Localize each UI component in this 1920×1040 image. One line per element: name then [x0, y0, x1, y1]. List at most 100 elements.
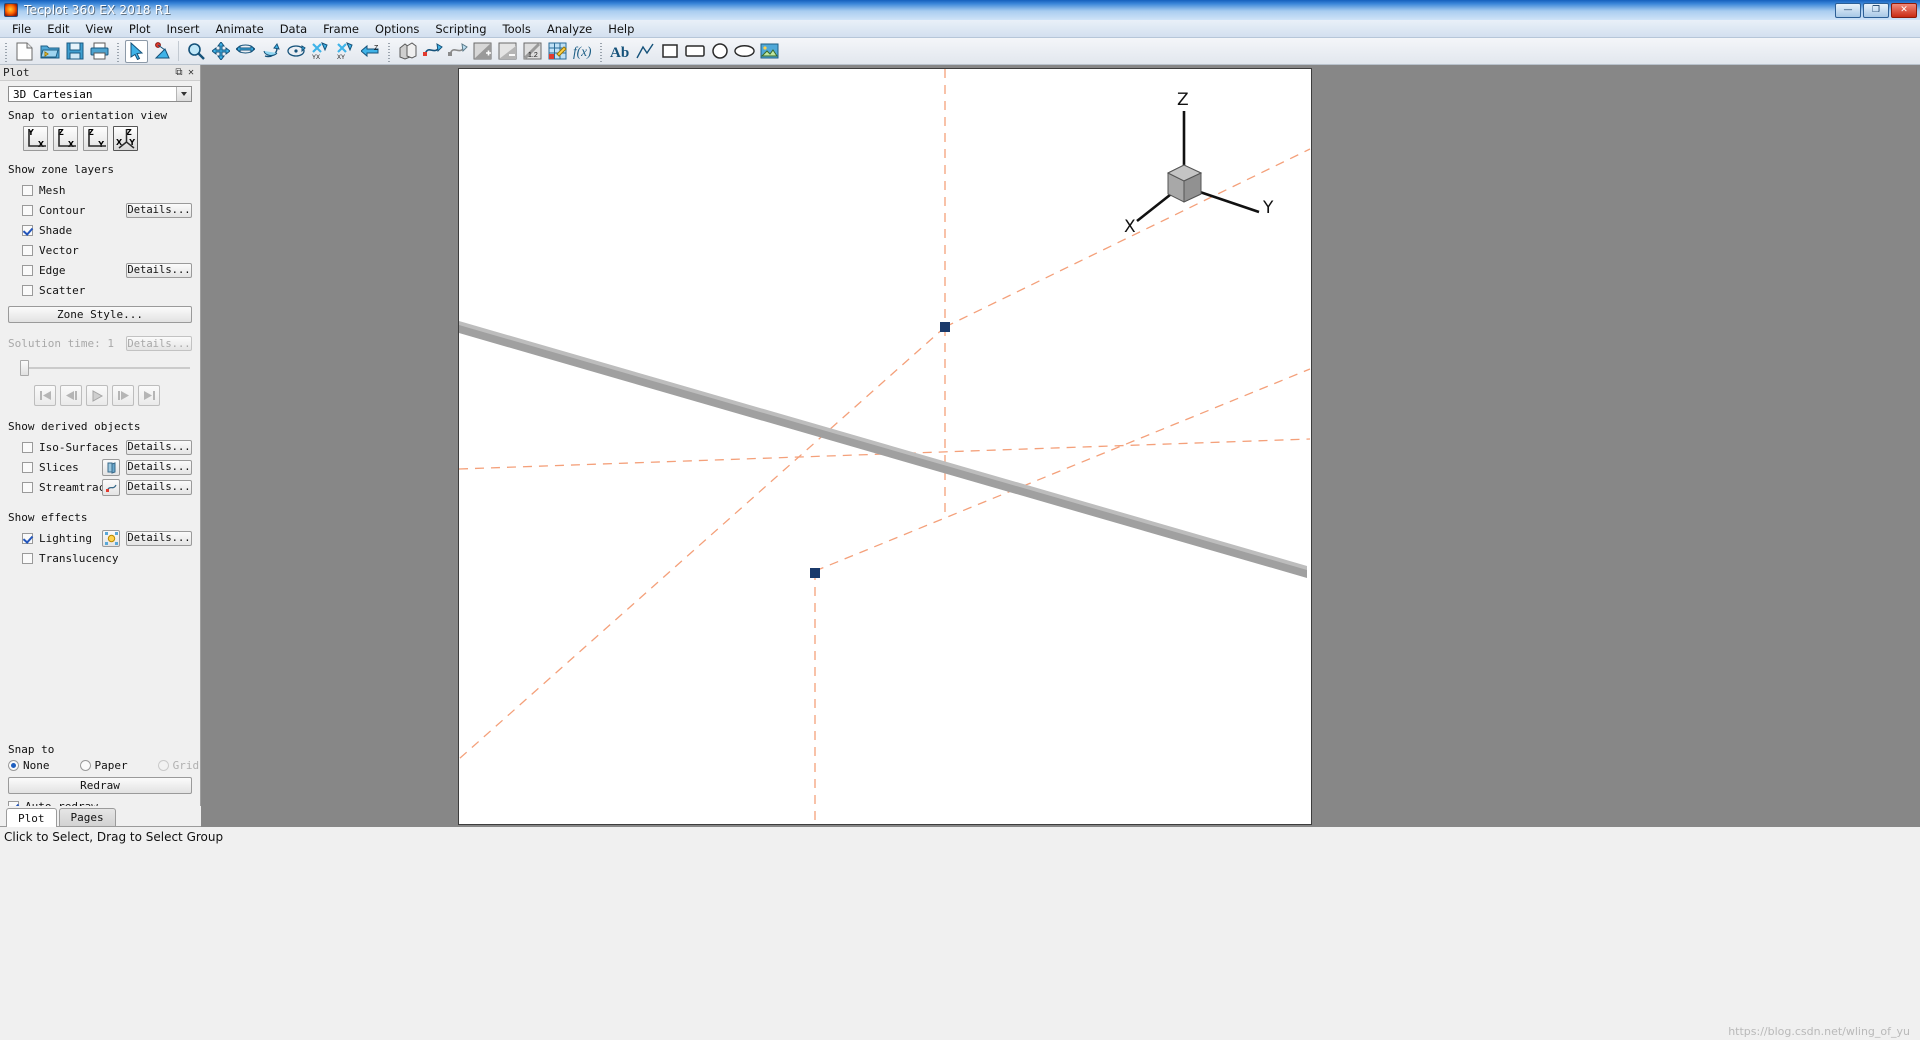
menu-item-analyze[interactable]: Analyze [539, 21, 600, 37]
menu-item-edit[interactable]: Edit [39, 21, 77, 37]
streamtrace-icon[interactable] [102, 478, 120, 496]
function-fx-icon[interactable]: f(x) [571, 40, 594, 63]
text-tool-icon[interactable]: Ab [608, 40, 631, 63]
derived-iso-surfaces[interactable]: Iso-Surfaces Details... [8, 437, 192, 457]
extract-zone-icon[interactable] [396, 40, 419, 63]
contour-checkbox[interactable] [22, 204, 33, 216]
menu-item-animate[interactable]: Animate [208, 21, 272, 37]
lighting-checkbox[interactable] [22, 532, 33, 544]
slider-handle[interactable] [20, 360, 29, 376]
menu-item-frame[interactable]: Frame [315, 21, 367, 37]
shade-checkbox[interactable] [22, 224, 33, 236]
adjust-tool-icon[interactable] [150, 40, 173, 63]
snap-none-radio[interactable] [8, 759, 19, 771]
rotate-spherical-icon[interactable] [234, 40, 257, 63]
rotate-yx-icon[interactable]: YX [309, 40, 332, 63]
derived-slices[interactable]: Slices Details... [8, 457, 192, 477]
translate-tool-icon[interactable] [209, 40, 232, 63]
menu-item-file[interactable]: File [4, 21, 39, 37]
probe-value-icon[interactable]: 1.2 [521, 40, 544, 63]
zone-layer-shade[interactable]: Shade [8, 220, 192, 240]
close-button[interactable]: ✕ [1891, 2, 1917, 18]
effect-translucency[interactable]: Translucency [8, 548, 192, 568]
rotate-xy-icon[interactable]: XY [334, 40, 357, 63]
play-button[interactable] [86, 385, 108, 406]
square-tool-icon[interactable] [658, 40, 681, 63]
tab-plot[interactable]: Plot [6, 808, 57, 827]
tab-pages[interactable]: Pages [58, 808, 116, 826]
next-frame-button[interactable] [112, 385, 134, 406]
toolbar-grip-file[interactable] [3, 40, 9, 62]
plot-type-select[interactable]: 3D Cartesian [8, 86, 192, 102]
effect-lighting[interactable]: Lighting Details... [8, 528, 192, 548]
contour-level-icon[interactable] [496, 40, 519, 63]
lighting-sun-icon[interactable] [102, 529, 120, 547]
close-panel-button[interactable]: ✕ [185, 67, 197, 79]
polyline-tool-icon[interactable] [633, 40, 656, 63]
last-frame-button[interactable] [138, 385, 160, 406]
chevron-down-icon[interactable] [176, 87, 191, 101]
streamtraces-checkbox[interactable] [22, 481, 33, 493]
streamtrace-rake-icon[interactable] [446, 40, 469, 63]
edge-checkbox[interactable] [22, 264, 33, 276]
menu-item-insert[interactable]: Insert [159, 21, 208, 37]
toolbar-grip-derived[interactable] [386, 40, 392, 62]
save-file-icon[interactable] [63, 40, 86, 63]
iso-surfaces-details-button[interactable]: Details... [126, 439, 192, 455]
minimize-button[interactable]: — [1835, 2, 1861, 18]
iso-surfaces-checkbox[interactable] [22, 441, 33, 453]
image-tool-icon[interactable] [758, 40, 781, 63]
selection-handle-lower[interactable] [810, 568, 820, 578]
zone-layer-edge[interactable]: Edge Details... [8, 260, 192, 280]
streamtraces-details-button[interactable]: Details... [126, 479, 192, 495]
vector-checkbox[interactable] [22, 244, 33, 256]
slices-checkbox[interactable] [22, 461, 33, 473]
menu-item-view[interactable]: View [78, 21, 121, 37]
reset-view-z-icon[interactable]: Z [359, 40, 382, 63]
zone-style-button[interactable]: Zone Style... [8, 306, 192, 323]
selection-handle-upper[interactable] [940, 322, 950, 332]
solution-time-slider[interactable] [8, 359, 192, 377]
contour-details-button[interactable]: Details... [126, 202, 192, 218]
new-file-icon[interactable] [13, 40, 36, 63]
ellipse-tool-icon[interactable] [733, 40, 756, 63]
zone-layer-mesh[interactable]: Mesh [8, 180, 192, 200]
slice-icon[interactable] [102, 458, 120, 476]
slice-add-icon[interactable] [471, 40, 494, 63]
slices-details-button[interactable]: Details... [126, 459, 192, 475]
rotate-roller-icon[interactable] [259, 40, 282, 63]
menu-item-options[interactable]: Options [367, 21, 427, 37]
snap-paper-radio[interactable] [79, 759, 91, 771]
edge-details-button[interactable]: Details... [126, 262, 192, 278]
menu-item-help[interactable]: Help [600, 21, 642, 37]
menu-item-plot[interactable]: Plot [121, 21, 159, 37]
select-tool-icon[interactable] [125, 39, 148, 63]
edit-data-icon[interactable] [546, 40, 569, 63]
orient-zx-button[interactable]: Z X [53, 126, 78, 151]
derived-streamtraces[interactable]: Streamtraces Details... [8, 477, 192, 497]
zone-layer-vector[interactable]: Vector [8, 240, 192, 260]
zoom-tool-icon[interactable] [184, 40, 207, 63]
zone-layer-scatter[interactable]: Scatter [8, 280, 192, 300]
prev-frame-button[interactable] [60, 385, 82, 406]
first-frame-button[interactable] [34, 385, 56, 406]
open-file-icon[interactable] [38, 40, 61, 63]
undock-panel-button[interactable]: ⧉ [173, 67, 185, 79]
lighting-details-button[interactable]: Details... [126, 530, 192, 546]
toolbar-grip-tools[interactable] [115, 40, 121, 62]
orient-yx-button[interactable]: Y X [23, 126, 48, 151]
zone-layer-contour[interactable]: Contour Details... [8, 200, 192, 220]
circle-tool-icon[interactable] [708, 40, 731, 63]
menu-item-tools[interactable]: Tools [495, 21, 539, 37]
orient-zy-button[interactable]: Z Y [83, 126, 108, 151]
rectangle-tool-icon[interactable] [683, 40, 706, 63]
mesh-checkbox[interactable] [22, 184, 33, 196]
menu-item-data[interactable]: Data [272, 21, 315, 37]
scatter-checkbox[interactable] [22, 284, 33, 296]
workspace[interactable]: Z X Y [201, 65, 1920, 827]
plot-canvas[interactable]: Z X Y [458, 68, 1312, 825]
orient-xyz-button[interactable]: Z X Y [113, 126, 138, 151]
streamtrace-add-icon[interactable] [421, 40, 444, 63]
menu-item-scripting[interactable]: Scripting [427, 21, 494, 37]
print-icon[interactable] [88, 40, 111, 63]
